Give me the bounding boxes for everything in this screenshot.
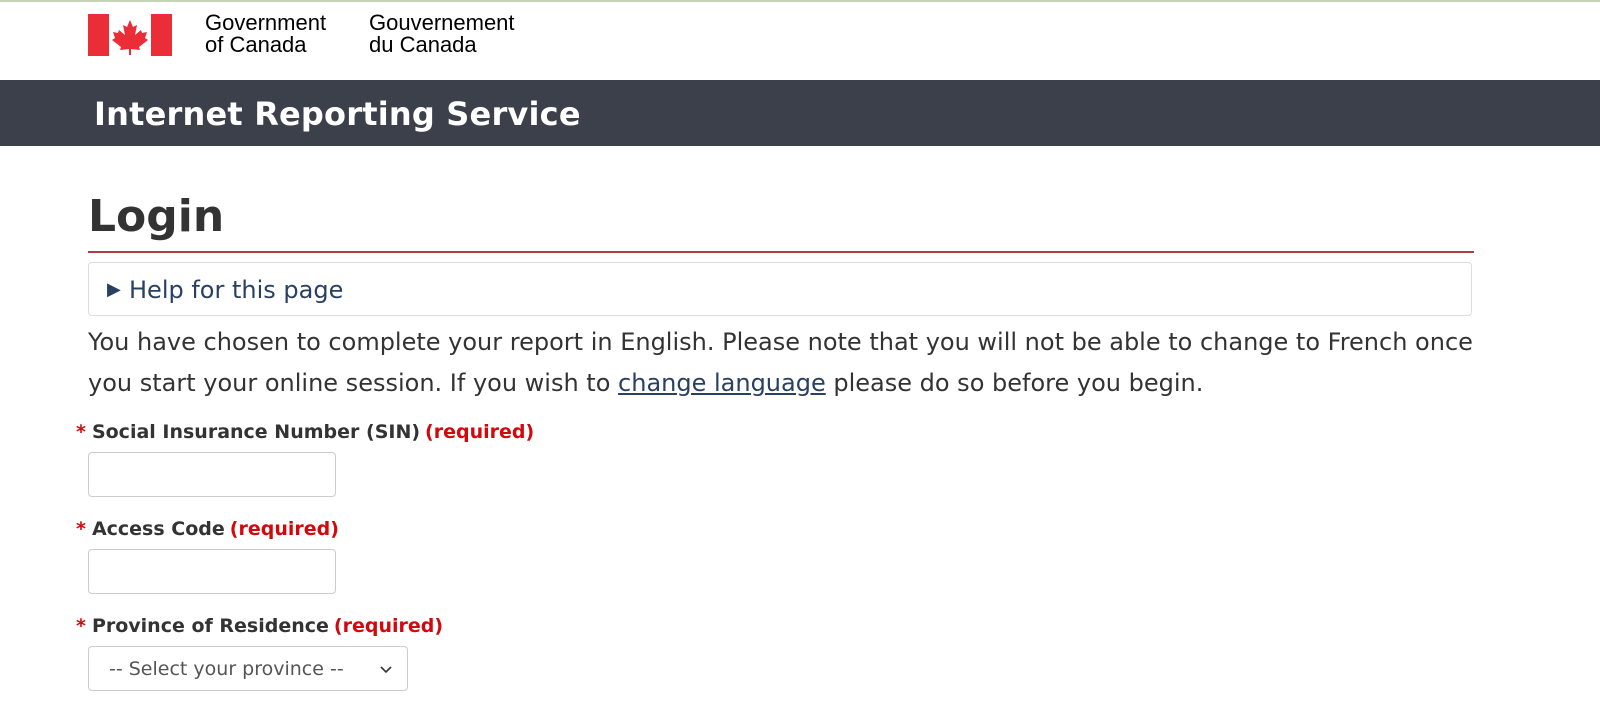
sin-label: * Social Insurance Number (SIN) (required) — [76, 420, 534, 444]
caret-right-icon: ▶ — [107, 279, 121, 300]
required-text: (required) — [333, 615, 444, 637]
service-title: Internet Reporting Service — [94, 95, 581, 133]
required-text: (required) — [229, 518, 339, 540]
language-notice-text-end: please do so before you begin. — [825, 369, 1204, 397]
access-code-label-text: Access Code — [91, 518, 225, 540]
province-select[interactable]: -- Select your province -- — [88, 646, 408, 691]
canada-flag-icon — [88, 14, 172, 56]
required-marker: * — [76, 615, 86, 637]
required-marker: * — [76, 518, 86, 540]
sin-input[interactable] — [88, 452, 336, 497]
service-title-bar: Internet Reporting Service — [0, 80, 1600, 146]
gov-name-fr-line2: du Canada — [369, 32, 477, 57]
government-name-english: Government of Canada — [205, 12, 326, 56]
page-title: Login — [88, 191, 225, 242]
access-code-label: * Access Code (required) — [76, 517, 339, 541]
province-label: * Province of Residence (required) — [76, 614, 443, 638]
page-title-rule — [88, 251, 1474, 253]
chevron-down-icon — [380, 666, 392, 674]
required-marker: * — [76, 421, 86, 443]
access-code-input[interactable] — [88, 549, 336, 594]
gov-name-en-line1: Government — [205, 10, 327, 35]
government-header: Government of Canada Gouvernement du Can… — [0, 2, 1600, 80]
help-label: Help for this page — [129, 276, 344, 304]
gov-name-fr-line1: Gouvernement — [369, 10, 515, 35]
required-text: (required) — [425, 421, 535, 443]
government-name-french: Gouvernement du Canada — [369, 12, 515, 56]
province-label-text: Province of Residence — [91, 615, 329, 637]
province-select-value: -- Select your province -- — [109, 658, 344, 680]
change-language-link[interactable]: change language — [618, 369, 826, 397]
gov-name-en-line2: of Canada — [205, 32, 307, 57]
help-details-toggle[interactable]: ▶ Help for this page — [88, 262, 1472, 316]
language-notice: You have chosen to complete your report … — [88, 322, 1508, 404]
sin-label-text: Social Insurance Number (SIN) — [91, 421, 421, 443]
